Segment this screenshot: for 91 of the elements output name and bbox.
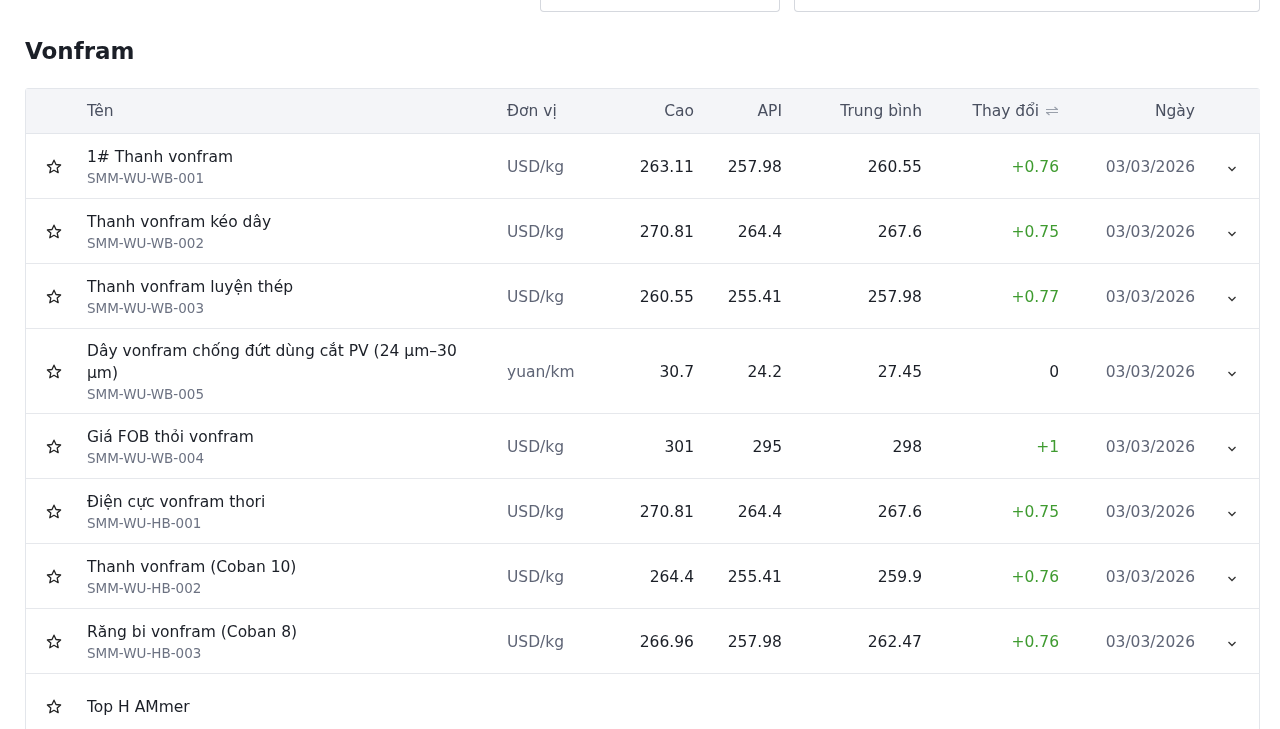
table-cell: 298 xyxy=(892,438,922,456)
product-code: SMM-WU-HB-003 xyxy=(87,643,202,663)
search-field[interactable] xyxy=(794,0,1260,12)
product-name[interactable]: Thanh vonfram kéo dây xyxy=(87,211,272,233)
product-code: SMM-WU-HB-002 xyxy=(87,578,202,598)
table-cell: 27.45 xyxy=(877,363,922,381)
product-code: SMM-WU-WB-001 xyxy=(87,168,204,188)
table-cell: 24.2 xyxy=(747,363,782,381)
section-title: Vonfram xyxy=(25,37,135,66)
table-cell: 260.55 xyxy=(867,158,922,176)
date-text: 03/03/2026 xyxy=(1105,363,1195,381)
chevron-down-icon[interactable] xyxy=(1227,446,1237,452)
table-cell: 264.4 xyxy=(737,223,782,241)
product-name[interactable]: Thanh vonfram luyện thép xyxy=(87,276,294,298)
date-text: 03/03/2026 xyxy=(1105,158,1195,176)
column-header: Trung bình xyxy=(840,102,922,120)
column-header: Cao xyxy=(664,102,694,120)
table-cell: 255.41 xyxy=(727,568,782,586)
product-name[interactable]: 1# Thanh vonfram xyxy=(87,146,234,168)
table-cell: 264.4 xyxy=(737,503,782,521)
change-value: +1 xyxy=(1036,438,1059,456)
date-text: 03/03/2026 xyxy=(1105,503,1195,521)
product-name[interactable]: Giá FOB thỏi vonfram xyxy=(87,426,254,448)
unit-text: USD/kg xyxy=(507,223,565,241)
product-code: SMM-WU-WB-002 xyxy=(87,233,204,253)
change-value: +0.76 xyxy=(1011,568,1059,586)
star-icon[interactable] xyxy=(46,438,62,455)
chevron-down-icon[interactable] xyxy=(1227,511,1237,517)
change-value: +0.76 xyxy=(1011,158,1059,176)
date-text: 03/03/2026 xyxy=(1105,568,1195,586)
table-cell: 257.98 xyxy=(867,288,922,306)
product-name[interactable]: Điện cực vonfram thori xyxy=(87,491,266,513)
chevron-down-icon[interactable] xyxy=(1227,166,1237,172)
star-icon[interactable] xyxy=(46,223,62,240)
filter-field[interactable] xyxy=(540,0,780,12)
table-cell: 255.41 xyxy=(727,288,782,306)
table-cell: 262.47 xyxy=(867,633,922,651)
change-value: +0.76 xyxy=(1011,633,1059,651)
table-cell: 267.6 xyxy=(877,223,922,241)
star-icon[interactable] xyxy=(46,158,62,175)
table-cell: 257.98 xyxy=(727,158,782,176)
column-header: Đơn vị xyxy=(507,102,557,120)
star-icon[interactable] xyxy=(46,568,62,585)
chevron-down-icon[interactable] xyxy=(1227,371,1237,377)
table-cell: 270.81 xyxy=(639,223,694,241)
change-value: 0 xyxy=(1049,363,1059,381)
unit-text: USD/kg xyxy=(507,503,565,521)
unit-text: USD/kg xyxy=(507,633,565,651)
table-cell: 263.11 xyxy=(639,158,694,176)
unit-text: USD/kg xyxy=(507,288,565,306)
table-cell: 264.4 xyxy=(649,568,694,586)
date-text: 03/03/2026 xyxy=(1105,633,1195,651)
table-cell: 301 xyxy=(664,438,694,456)
star-icon[interactable] xyxy=(46,698,62,715)
table-cell: 270.81 xyxy=(639,503,694,521)
product-name[interactable]: Dây vonfram chống đứt dùng cắt PV (24 µm–30 µm) xyxy=(87,340,489,384)
column-header: API xyxy=(757,102,782,120)
star-icon[interactable] xyxy=(46,363,62,380)
change-value: +0.77 xyxy=(1011,288,1059,306)
star-icon[interactable] xyxy=(46,503,62,520)
table-cell: 260.55 xyxy=(639,288,694,306)
chevron-down-icon[interactable] xyxy=(1227,231,1237,237)
product-name[interactable]: Răng bi vonfram (Coban 8) xyxy=(87,621,298,643)
column-header: Ngày xyxy=(1154,102,1195,120)
star-icon[interactable] xyxy=(46,288,62,305)
column-header: Tên xyxy=(87,102,114,120)
unit-text: yuan/km xyxy=(507,363,575,381)
unit-text: USD/kg xyxy=(507,568,565,586)
date-text: 03/03/2026 xyxy=(1105,438,1195,456)
table-cell: 30.7 xyxy=(659,363,694,381)
product-code: SMM-WU-WB-005 xyxy=(87,384,204,404)
date-text: 03/03/2026 xyxy=(1105,288,1195,306)
product-code: SMM-WU-WB-003 xyxy=(87,298,204,318)
star-icon[interactable] xyxy=(46,633,62,650)
chevron-down-icon[interactable] xyxy=(1227,641,1237,647)
table-cell: 259.9 xyxy=(877,568,922,586)
date-text: 03/03/2026 xyxy=(1105,223,1195,241)
table-cell: 257.98 xyxy=(727,633,782,651)
change-value: +0.75 xyxy=(1011,503,1059,521)
unit-text: USD/kg xyxy=(507,158,565,176)
change-value: +0.75 xyxy=(1011,223,1059,241)
product-name[interactable]: Top H AMmer xyxy=(87,696,190,718)
product-code: SMM-WU-WB-004 xyxy=(87,448,204,468)
unit-text: USD/kg xyxy=(507,438,565,456)
product-name[interactable]: Thanh vonfram (Coban 10) xyxy=(87,556,297,578)
chevron-down-icon[interactable] xyxy=(1227,576,1237,582)
table-cell: 266.96 xyxy=(639,633,694,651)
table-cell: 295 xyxy=(752,438,782,456)
product-code: SMM-WU-HB-001 xyxy=(87,513,202,533)
chevron-down-icon[interactable] xyxy=(1227,296,1237,302)
table-cell: 267.6 xyxy=(877,503,922,521)
